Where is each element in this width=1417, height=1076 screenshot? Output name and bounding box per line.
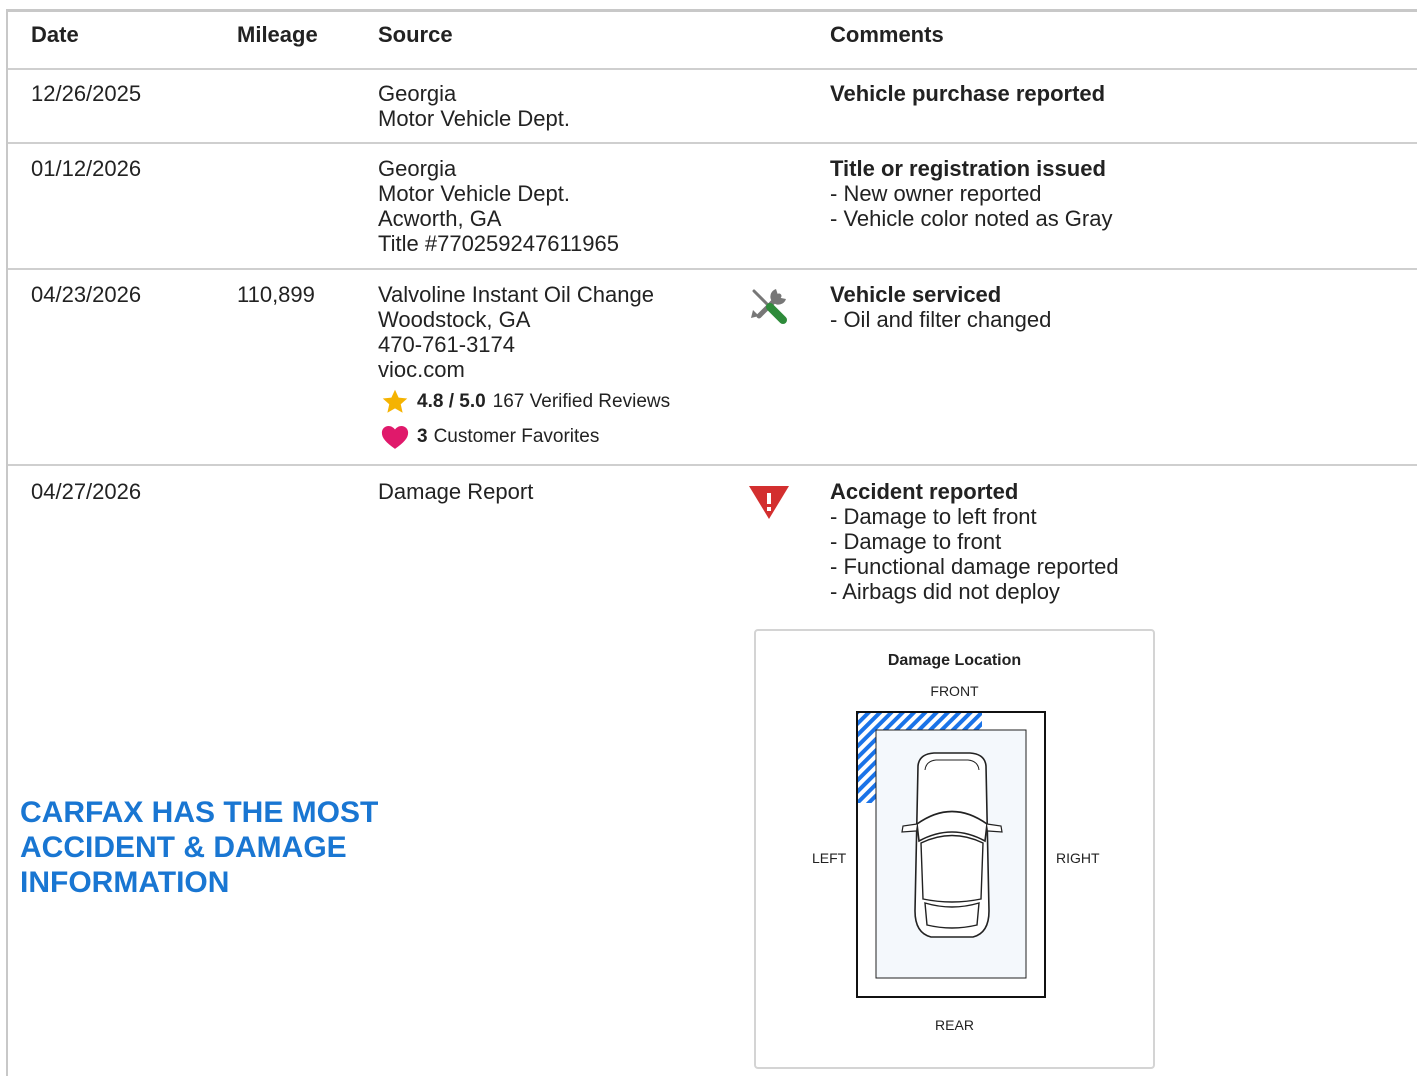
source-line: Valvoline Instant Oil Change — [378, 282, 654, 307]
source-line: Acworth, GA — [378, 206, 502, 231]
comment-item: - Damage to left front — [830, 504, 1037, 529]
header-comments: Comments — [830, 22, 944, 47]
source-line: Damage Report — [378, 479, 534, 504]
label-left: LEFT — [812, 850, 847, 866]
row-source: Valvoline Instant Oil Change Woodstock, … — [378, 282, 654, 382]
comment-item: - New owner reported — [830, 181, 1042, 206]
comment-item: - Vehicle color noted as Gray — [830, 206, 1113, 231]
rating-reviews: 167 Verified Reviews — [492, 391, 671, 412]
warning-triangle-icon — [749, 486, 789, 519]
source-line: Motor Vehicle Dept. — [378, 106, 570, 131]
promo-text: CARFAX HAS THE MOST ACCIDENT & DAMAGE IN… — [20, 796, 379, 899]
row-date: 04/27/2026 — [31, 479, 142, 504]
row-divider — [8, 268, 1417, 270]
comment-title: Vehicle purchase reported — [830, 81, 1106, 106]
history-table — [6, 9, 1417, 1076]
row-divider — [8, 68, 1417, 70]
row-source: Georgia Motor Vehicle Dept. Acworth, GA … — [378, 156, 619, 256]
source-line: Georgia — [378, 156, 457, 181]
damage-diagram: Damage Location FRONT REAR LEFT RIGHT — [754, 629, 1155, 1069]
row-divider — [8, 142, 1417, 144]
customer-favorites[interactable]: 3 Customer Favorites — [380, 422, 599, 452]
source-line: Motor Vehicle Dept. — [378, 181, 570, 206]
row-date: 12/26/2025 — [31, 81, 142, 106]
star-icon — [382, 389, 408, 413]
source-line: Woodstock, GA — [378, 307, 531, 332]
damage-zone-left-front — [858, 713, 876, 803]
row-comments: Title or registration issued - New owner… — [830, 156, 1112, 231]
header-date: Date — [31, 22, 79, 47]
review-rating[interactable]: 4.8 / 5.0 167 Verified Reviews — [380, 387, 670, 417]
row-mileage: 110,899 — [237, 282, 315, 307]
source-line[interactable]: vioc.com — [378, 357, 654, 382]
comment-title: Title or registration issued — [830, 156, 1106, 181]
label-front: FRONT — [930, 683, 979, 699]
damage-diagram-title: Damage Location — [887, 652, 1022, 669]
row-date: 01/12/2026 — [31, 156, 142, 181]
comment-item: - Functional damage reported — [830, 554, 1119, 579]
source-line: Title #770259247611965 — [378, 231, 619, 256]
row-date: 04/23/2026 — [31, 282, 142, 307]
damage-zone-front — [858, 713, 982, 730]
source-line: Georgia — [378, 81, 457, 106]
favorites-label: Customer Favorites — [433, 426, 600, 447]
row-comments: Vehicle purchase reported — [830, 81, 1105, 106]
header-mileage: Mileage — [237, 22, 318, 47]
row-source: Georgia Motor Vehicle Dept. — [378, 81, 570, 131]
comment-item: - Oil and filter changed — [830, 307, 1052, 332]
favorites-count: 3 — [417, 426, 428, 447]
row-source: Damage Report — [378, 479, 533, 504]
header-source: Source — [378, 22, 453, 47]
comment-title: Vehicle serviced — [830, 282, 1002, 307]
label-right: RIGHT — [1056, 850, 1100, 866]
rating-score: 4.8 / 5.0 — [417, 391, 486, 412]
comment-item: - Damage to front — [830, 529, 1002, 554]
source-line: 470-761-3174 — [378, 332, 516, 357]
comment-item: - Airbags did not deploy — [830, 579, 1060, 604]
vehicle-outline — [856, 711, 1046, 998]
row-divider — [8, 464, 1417, 466]
row-comments: Accident reported - Damage to left front… — [830, 479, 1119, 604]
row-comments: Vehicle serviced - Oil and filter change… — [830, 282, 1051, 332]
comment-title: Accident reported — [830, 479, 1019, 504]
label-rear: REAR — [935, 1017, 974, 1033]
wrench-screwdriver-icon — [751, 289, 787, 324]
heart-icon — [381, 426, 409, 449]
